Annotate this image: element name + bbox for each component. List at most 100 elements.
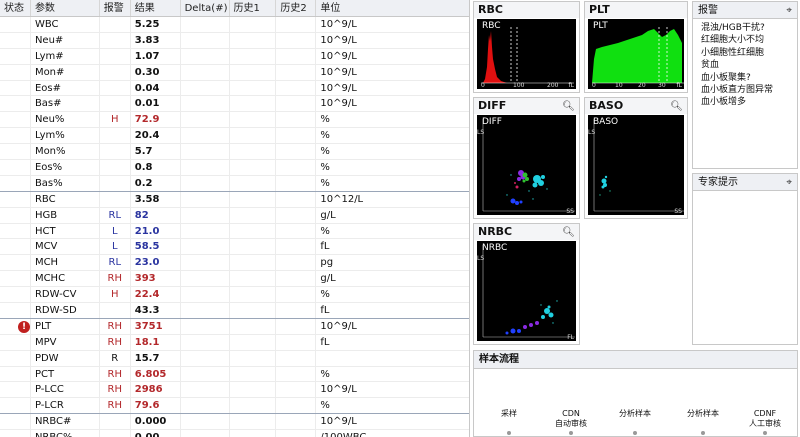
flow-step-bottom: 分析样本 — [687, 409, 719, 418]
row-delta — [181, 382, 230, 398]
nrbc-graph-panel[interactable]: NRBC 🔍︎ NRBC LS FL — [473, 223, 580, 345]
table-row[interactable]: HCT L 21.0% — [0, 223, 469, 240]
row-flag: RL — [100, 207, 131, 223]
flow-step[interactable]: 采样 — [486, 409, 532, 435]
row-param: RDW-SD — [31, 303, 100, 318]
table-row[interactable]: MCHC RH 393 g/L — [0, 271, 469, 288]
row-result: 20.4 — [131, 128, 181, 144]
row-history2 — [276, 191, 317, 207]
rbc-tick-0: 0 — [481, 82, 485, 89]
row-status — [0, 414, 31, 430]
table-row[interactable]: Eos% 0.8% — [0, 160, 469, 176]
table-row[interactable]: Mon% 5.7% — [0, 144, 469, 161]
baso-title-text: BASO — [589, 99, 624, 112]
flow-step[interactable]: 分析样本 — [612, 409, 658, 435]
table-row[interactable]: P-LCR RH 79.6% — [0, 398, 469, 415]
table-row[interactable]: Neu# 3.83 10^9/L — [0, 32, 469, 49]
row-param: P-LCC — [31, 382, 100, 398]
flow-step[interactable]: 分析样本 — [680, 409, 726, 435]
row-delta — [181, 255, 230, 271]
nrbc-ghost-cluster — [505, 328, 521, 335]
row-history2 — [276, 64, 317, 80]
diff-graph-panel[interactable]: DIFF 🔍︎ DIFF LS SS — [473, 97, 580, 219]
table-row[interactable]: HGB RL 82 g/L — [0, 207, 469, 224]
row-history2 — [276, 350, 317, 366]
col-param[interactable]: 参数 — [31, 0, 100, 16]
table-row[interactable]: Neu% H 72.9% — [0, 112, 469, 129]
baso-graph-panel[interactable]: BASO 🔍︎ BASO LS SS — [584, 97, 688, 219]
row-delta — [181, 191, 230, 207]
table-row[interactable]: PCT RH 6.805% — [0, 366, 469, 383]
col-result[interactable]: 结果 — [131, 0, 181, 16]
flow-step-dot — [701, 431, 705, 435]
row-unit: 10^9/L — [320, 98, 357, 110]
diff-scattergram[interactable]: DIFF LS SS — [477, 115, 576, 215]
pin-icon[interactable]: ⌖ — [786, 174, 792, 191]
alarm-panel: 报警 ⌖ 混浊/HGB干扰? 红细胞大小不均 小细胞性红细胞 贫血 血小板聚集? 血小板直… — [692, 1, 798, 169]
flow-step[interactable]: CDN 自动审核 — [548, 409, 594, 435]
row-history2 — [276, 80, 317, 96]
row-status — [0, 239, 31, 255]
rbc-graph-panel[interactable]: RBC RBC 0 100 200 fL — [473, 1, 580, 93]
table-row[interactable]: ! PLT RH 3751 10^9/L — [0, 318, 469, 335]
row-unit: fL — [320, 241, 330, 253]
col-history2[interactable]: 历史2 — [276, 0, 317, 16]
row-history2 — [276, 255, 317, 271]
row-history2 — [276, 223, 317, 239]
row-param: NRBC% — [31, 430, 100, 437]
col-flag[interactable]: 报警 — [100, 0, 131, 16]
table-row[interactable]: MPV RH 18.1 fL — [0, 334, 469, 351]
row-param: PDW — [31, 350, 100, 366]
row-history2 — [276, 112, 317, 128]
col-delta[interactable]: Delta(#) — [181, 0, 230, 16]
table-row[interactable]: MCH RL 23.0 pg — [0, 255, 469, 272]
table-row[interactable]: PDW R 15.7 — [0, 350, 469, 367]
row-param: MCH — [31, 255, 100, 271]
row-result: 0.2 — [131, 175, 181, 191]
table-row[interactable]: Eos# 0.04 10^9/L — [0, 80, 469, 97]
row-param: RDW-CV — [31, 287, 100, 303]
table-row[interactable]: Lym% 20.4% — [0, 128, 469, 145]
table-row[interactable]: Bas# 0.01 10^9/L — [0, 96, 469, 113]
table-row[interactable]: WBC 5.25 10^9/L — [0, 17, 469, 33]
table-row[interactable]: P-LCC RH 2986 10^9/L — [0, 382, 469, 399]
baso-zoom-icon[interactable]: 🔍︎ — [670, 99, 683, 115]
baso-y-axis-label: LS — [588, 129, 596, 136]
row-unit: 10^9/L — [320, 384, 357, 396]
row-status — [0, 207, 31, 223]
table-row[interactable]: Bas% 0.2% — [0, 175, 469, 192]
plt-histogram[interactable]: PLT 0 10 20 30 fL — [588, 19, 684, 89]
table-row[interactable]: RDW-CV H 22.4% — [0, 287, 469, 304]
pin-icon[interactable]: ⌖ — [786, 2, 792, 19]
table-row[interactable]: NRBC# 0.000 10^9/L — [0, 414, 469, 431]
row-unit: g/L — [320, 209, 336, 221]
alarm-item: 混浊/HGB干扰? — [701, 23, 765, 33]
row-status — [0, 96, 31, 112]
table-row[interactable]: RBC 3.58 10^12/L — [0, 191, 469, 208]
rbc-curve — [483, 31, 507, 83]
rbc-histogram[interactable]: RBC 0 100 200 fL — [477, 19, 576, 89]
plt-graph-panel[interactable]: PLT PLT 0 10 20 30 fL — [584, 1, 688, 93]
row-flag — [100, 64, 131, 80]
table-row[interactable]: MCV L 58.5 fL — [0, 239, 469, 256]
row-status — [0, 334, 31, 350]
baso-scattergram[interactable]: BASO LS SS — [588, 115, 684, 215]
baso-scattergram-svg — [593, 119, 684, 212]
row-delta — [181, 112, 230, 128]
plt-plot-label: PLT — [593, 21, 608, 31]
row-delta — [181, 350, 230, 366]
flow-step[interactable]: CDNF 人工审核 — [742, 409, 788, 435]
table-row[interactable]: NRBC% 0.00/100WBC — [0, 430, 469, 437]
col-status[interactable]: 状态 — [0, 0, 31, 16]
table-row[interactable]: Mon# 0.30 10^9/L — [0, 64, 469, 81]
diff-zoom-icon[interactable]: 🔍︎ — [562, 99, 575, 115]
nrbc-scattergram[interactable]: NRBC LS FL — [477, 241, 576, 341]
row-status — [0, 112, 31, 128]
row-delta — [181, 334, 230, 350]
col-unit[interactable]: 单位 — [316, 0, 469, 16]
col-history1[interactable]: 历史1 — [230, 0, 277, 16]
table-row[interactable]: RDW-SD 43.3 fL — [0, 303, 469, 319]
row-history1 — [230, 160, 277, 175]
table-row[interactable]: Lym# 1.07 10^9/L — [0, 48, 469, 65]
nrbc-zoom-icon[interactable]: 🔍︎ — [562, 225, 575, 241]
